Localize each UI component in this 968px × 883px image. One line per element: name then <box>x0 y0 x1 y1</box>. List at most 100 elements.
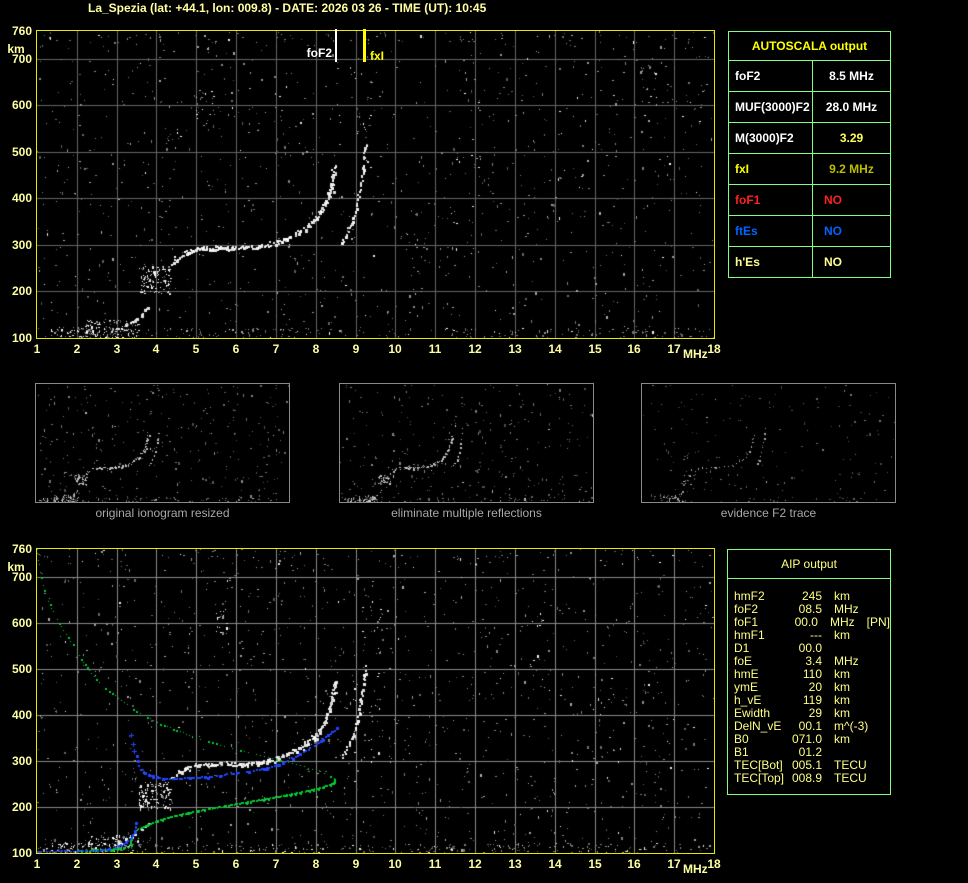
thumbnail-original-canvas <box>36 384 289 502</box>
x-tick-label: 12 <box>468 857 482 871</box>
aip-row-value: 008.9 <box>791 771 822 785</box>
x-tick-label: 15 <box>588 342 602 356</box>
fxI-marker-line <box>363 29 366 62</box>
y-tick-label: 200 <box>11 284 32 298</box>
autoscala-row: fxI 9.2 MHz <box>729 154 890 185</box>
x-tick-label: 4 <box>152 857 160 871</box>
autoscala-row: M(3000)F2 3.29 <box>729 123 890 154</box>
y-tick-label: 600 <box>11 98 32 112</box>
x-tick-label: 9 <box>352 342 360 356</box>
autoscala-table-rows: foF2 8.5 MHz MUF(3000)F2 28.0 MHz M(3000)F2 3… <box>729 61 890 277</box>
x-tick-label: 6 <box>232 342 240 356</box>
page-title: La_Spezia (lat: +44.1, lon: 009.8) - DAT… <box>88 1 487 15</box>
autoscala-row-value: NO <box>824 255 842 269</box>
y-tick-label: 200 <box>11 800 32 814</box>
thumbnail-original-ionogram <box>35 383 290 503</box>
x-tick-label: 14 <box>548 857 562 871</box>
thumbnail-evidence-canvas <box>642 384 895 502</box>
x-tick-label: 11 <box>428 342 442 356</box>
x-tick-label: 8 <box>312 857 320 871</box>
profile-ionogram-plot <box>36 548 715 854</box>
autoscala-row-value: NO <box>824 193 842 207</box>
autoscala-row-label: ftEs <box>729 216 813 246</box>
x-tick-label: 2 <box>73 857 81 871</box>
autoscala-row-value: 9.2 MHz <box>829 162 874 176</box>
x-axis-unit-label: MHz <box>683 347 708 361</box>
x-tick-label: 6 <box>232 857 240 871</box>
autoscala-row-value: 28.0 MHz <box>825 100 878 114</box>
autoscala-row-label: foF2 <box>729 61 813 91</box>
autoscala-row-label: foF1 <box>729 185 813 215</box>
x-tick-label: 3 <box>113 857 121 871</box>
autoscala-output-screen: La_Spezia (lat: +44.1, lon: 009.8) - DAT… <box>0 0 968 883</box>
thumbnail-evidence-f2-trace <box>641 383 896 503</box>
x-tick-label: 2 <box>73 342 81 356</box>
aip-table-header: AIP output <box>728 550 890 579</box>
autoscala-row-value: 8.5 MHz <box>829 69 874 83</box>
x-tick-label: 10 <box>388 342 402 356</box>
x-tick-label: 14 <box>548 342 562 356</box>
x-tick-label: 10 <box>388 857 402 871</box>
autoscala-row-value: 3.29 <box>839 131 864 145</box>
autoscala-row: foF2 8.5 MHz <box>729 61 890 92</box>
y-tick-label: 500 <box>11 662 32 676</box>
autoscala-row-label: M(3000)F2 <box>729 123 813 153</box>
profile-ionogram-canvas <box>37 549 714 853</box>
y-tick-label: 400 <box>11 191 32 205</box>
autoscala-table-header: AUTOSCALA output <box>729 32 890 61</box>
x-tick-label: 1 <box>33 342 41 356</box>
thumbnail-caption-eliminate: eliminate multiple reflections <box>391 506 542 520</box>
x-tick-label: 7 <box>272 857 280 871</box>
thumbnail-eliminate-canvas <box>340 384 593 502</box>
aip-row-unit: km <box>834 628 850 642</box>
x-tick-label: 13 <box>508 857 522 871</box>
y-axis-unit-label: km <box>7 42 25 56</box>
fxI-marker-label: fxI <box>370 49 385 63</box>
aip-row-unit: km <box>834 732 850 746</box>
y-tick-label: 760 <box>11 24 32 38</box>
x-tick-label: 11 <box>428 857 442 871</box>
thumbnail-caption-evidence: evidence F2 trace <box>720 506 817 520</box>
x-tick-label: 5 <box>192 342 200 356</box>
autoscala-row: h'Es NO <box>729 247 890 277</box>
x-tick-label: 12 <box>468 342 482 356</box>
x-tick-label: 3 <box>113 342 121 356</box>
autoscala-row: foF1 NO <box>729 185 890 216</box>
aip-row-label: TEC[Top] <box>734 771 785 785</box>
top-ionogram-canvas <box>37 31 714 338</box>
thumbnail-caption-original: original ionogram resized <box>95 506 230 520</box>
x-tick-label: 15 <box>588 857 602 871</box>
y-tick-label: 300 <box>11 754 32 768</box>
autoscala-row-value: NO <box>824 224 842 238</box>
autoscala-row-label: fxI <box>729 154 813 184</box>
x-tick-label: 1 <box>33 857 41 871</box>
aip-row-extra: [PN] <box>866 615 890 629</box>
y-tick-label: 300 <box>11 238 32 252</box>
autoscala-row: ftEs NO <box>729 216 890 247</box>
foF2-marker-label: foF2 <box>306 46 332 60</box>
x-tick-label: 16 <box>627 342 641 356</box>
autoscala-row: MUF(3000)F2 28.0 MHz <box>729 92 890 123</box>
x-tick-label: 8 <box>312 342 320 356</box>
y-tick-label: 600 <box>11 616 32 630</box>
thumbnail-eliminate-reflections <box>339 383 594 503</box>
y-tick-label: 500 <box>11 145 32 159</box>
x-tick-label: 5 <box>192 857 200 871</box>
x-tick-label: 9 <box>352 857 360 871</box>
x-tick-label: 13 <box>508 342 522 356</box>
aip-row-unit: TECU <box>834 771 867 785</box>
top-ionogram-plot <box>36 30 715 339</box>
aip-table-rows: hmF2 245 km foF2 08.5 MHz foF1 00.0 MHz [PN] hmF1-… <box>728 579 890 794</box>
foF2-marker-line <box>335 29 337 62</box>
aip-row: TEC[Top] 008.9 TECU <box>734 772 890 785</box>
y-tick-label: 400 <box>11 708 32 722</box>
aip-output-table: AIP output hmF2 245 km foF2 08.5 MHz foF1 00.0 M… <box>727 549 891 795</box>
y-tick-label: 760 <box>11 542 32 556</box>
y-axis-unit-label: km <box>7 560 25 574</box>
autoscala-row-label: h'Es <box>729 247 813 277</box>
x-tick-label: 4 <box>152 342 160 356</box>
x-tick-label: 7 <box>272 342 280 356</box>
x-tick-label: 16 <box>627 857 641 871</box>
autoscala-row-label: MUF(3000)F2 <box>729 92 813 122</box>
x-axis-unit-label: MHz <box>683 862 708 876</box>
